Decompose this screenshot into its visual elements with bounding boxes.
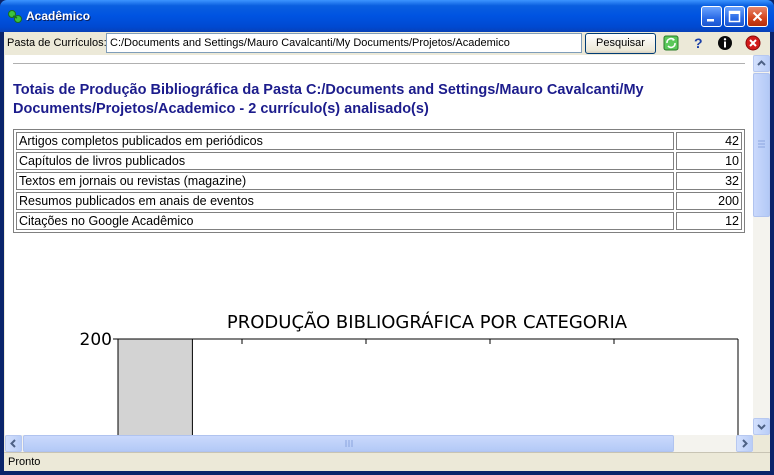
- info-icon[interactable]: [717, 35, 733, 51]
- scroll-up-button[interactable]: [753, 55, 770, 72]
- window-body: Pasta de Currículos: C:/Documents and Se…: [4, 32, 770, 471]
- row-label: Capítulos de livros publicados: [16, 152, 674, 170]
- row-value: 10: [676, 152, 742, 170]
- category-bar-chart: PRODUÇÃO BIBLIOGRÁFICA POR CATEGORIA 200…: [80, 311, 739, 435]
- row-label: Citações no Google Acadêmico: [16, 212, 674, 230]
- refresh-icon[interactable]: [663, 35, 679, 51]
- table-row: Citações no Google Acadêmico 12: [16, 212, 742, 230]
- maximize-button[interactable]: [724, 6, 745, 27]
- table-row: Textos em jornais ou revistas (magazine)…: [16, 172, 742, 190]
- status-bar: Pronto: [4, 452, 770, 471]
- scroll-left-button[interactable]: [5, 435, 22, 452]
- app-icon: [8, 10, 22, 23]
- row-value: 32: [676, 172, 742, 190]
- path-label: Pasta de Currículos:: [7, 37, 107, 49]
- vertical-scrollbar[interactable]: [753, 55, 770, 435]
- report-view[interactable]: Totais de Produção Bibliográfica da Past…: [5, 55, 753, 435]
- horizontal-scroll-thumb[interactable]: [23, 435, 674, 452]
- title-bar[interactable]: Acadêmico: [0, 0, 774, 32]
- vertical-scroll-thumb[interactable]: [753, 73, 770, 217]
- close-button[interactable]: [747, 6, 768, 27]
- status-text: Pronto: [8, 456, 41, 468]
- chart-bar: [117, 338, 193, 435]
- divider: [13, 63, 745, 64]
- scroll-right-button[interactable]: [736, 435, 753, 452]
- table-row: Artigos completos publicados em periódic…: [16, 132, 742, 150]
- scroll-corner: [753, 435, 770, 452]
- path-input[interactable]: C:/Documents and Settings/Mauro Cavalcan…: [106, 33, 582, 53]
- minimize-button[interactable]: [701, 6, 722, 27]
- row-label: Artigos completos publicados em periódic…: [16, 132, 674, 150]
- search-button[interactable]: Pesquisar: [585, 33, 656, 54]
- app-window: Acadêmico Pasta de Currículos: C:/Docume…: [0, 0, 774, 475]
- window-title: Acadêmico: [26, 9, 91, 23]
- row-value: 42: [676, 132, 742, 150]
- row-value: 12: [676, 212, 742, 230]
- svg-text:?: ?: [694, 35, 703, 51]
- totals-table: Artigos completos publicados em periódic…: [13, 129, 745, 233]
- y-tick-label: 200: [80, 330, 112, 350]
- table-row: Capítulos de livros publicados 10: [16, 152, 742, 170]
- horizontal-scrollbar[interactable]: [5, 435, 753, 452]
- help-icon[interactable]: ?: [690, 35, 706, 51]
- row-value: 200: [676, 192, 742, 210]
- report-heading: Totais de Produção Bibliográfica da Past…: [13, 82, 644, 117]
- row-label: Resumos publicados em anais de eventos: [16, 192, 674, 210]
- scroll-down-button[interactable]: [753, 418, 770, 435]
- close-app-icon[interactable]: [745, 35, 761, 51]
- table-row: Resumos publicados em anais de eventos 2…: [16, 192, 742, 210]
- row-label: Textos em jornais ou revistas (magazine): [16, 172, 674, 190]
- chart-title: PRODUÇÃO BIBLIOGRÁFICA POR CATEGORIA: [227, 311, 628, 333]
